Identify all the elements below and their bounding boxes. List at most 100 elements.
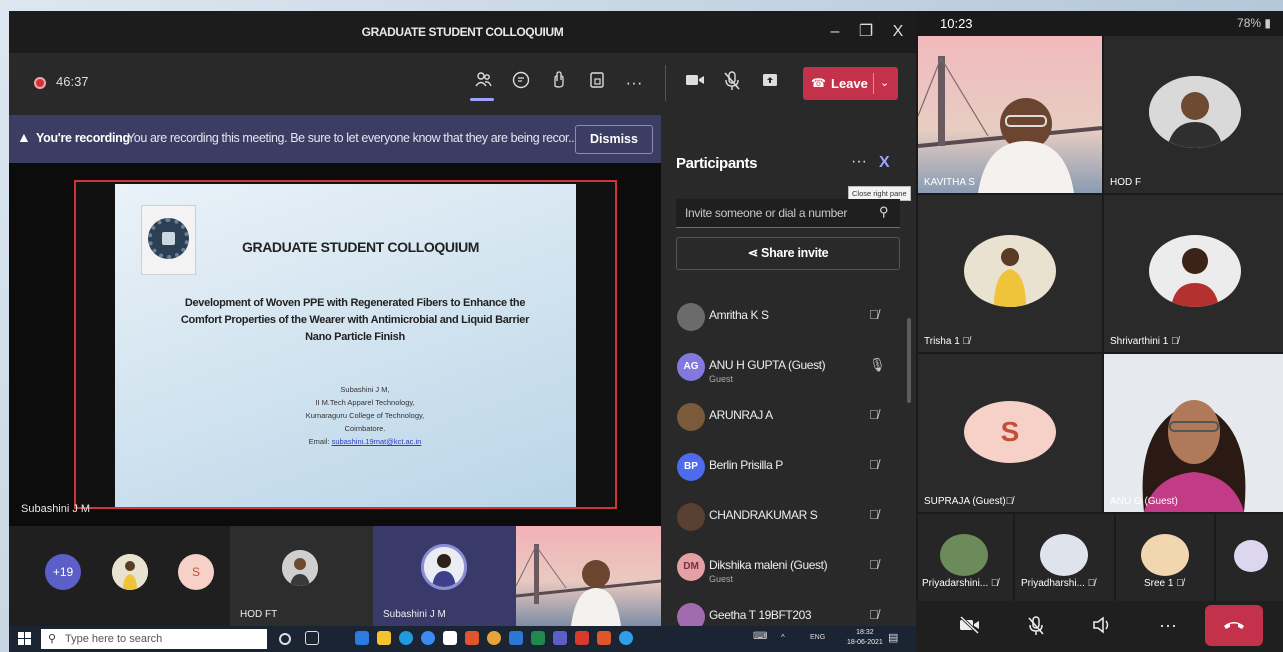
kavitha-video-icon — [918, 56, 1102, 193]
video-tile-kavitha[interactable]: KAVITHA S — [918, 36, 1102, 193]
author-email-line: Email: subashini.19mat@kct.ac.in — [265, 435, 465, 448]
participant-row[interactable]: Amritha K S 🎙̸ — [661, 301, 906, 351]
window-close-button[interactable]: X — [887, 19, 909, 45]
invite-input[interactable] — [676, 199, 900, 228]
share-screen-icon[interactable] — [758, 70, 782, 96]
small-tile-sree[interactable]: Sree 1 🎙̸ — [1116, 514, 1214, 601]
notification-icon[interactable]: ▤ — [888, 631, 898, 644]
anu-video-icon — [1104, 354, 1283, 512]
chat-icon[interactable] — [509, 70, 533, 96]
email-prefix: Email: — [308, 437, 330, 446]
participant-row[interactable]: BP Berlin Prisilla P 🎙̸ — [661, 451, 906, 501]
title-bar: GRADUATE STUDENT COLLOQUIUM – ❐ X — [9, 11, 916, 53]
file-explorer-icon[interactable] — [377, 631, 391, 645]
video-tile-shrivarthini[interactable]: Shrivarthini 1 🎙̸ — [1104, 195, 1283, 352]
video-tile-subashini[interactable]: Subashini J M — [373, 526, 516, 626]
participant-name: Amritha K S — [709, 308, 769, 322]
video-tile-hod-ft[interactable]: HOD FT — [230, 526, 373, 626]
logo-seal — [148, 218, 189, 259]
hang-up-button[interactable] — [1205, 605, 1263, 646]
participant-role: Guest — [709, 374, 734, 384]
participant-row[interactable]: AG ANU H GUPTA (Guest) Guest 🎙 — [661, 351, 906, 401]
participant-row[interactable]: CHANDRAKUMAR S 🎙̸ — [661, 501, 906, 551]
taskbar-search-box[interactable]: ⚲ Type here to search — [41, 629, 267, 649]
more-options-icon[interactable]: ··· — [622, 70, 646, 96]
camera-icon[interactable] — [683, 70, 707, 96]
mic-off-icon: 🎙̸ — [962, 336, 971, 347]
pane-scrollbar[interactable] — [907, 318, 911, 403]
windows-start-icon[interactable] — [18, 632, 31, 645]
word-icon[interactable] — [509, 631, 523, 645]
participant-initials-avatar: DM — [677, 553, 705, 581]
speaker-icon[interactable] — [1087, 615, 1117, 640]
participants-icon[interactable] — [471, 70, 495, 96]
camera-off-icon[interactable] — [955, 615, 985, 640]
reactions-icon[interactable] — [547, 70, 571, 96]
edge-icon[interactable] — [355, 631, 369, 645]
participant-initials-avatar: AG — [677, 353, 705, 381]
close-pane-icon[interactable]: X — [879, 154, 890, 172]
share-invite-button[interactable]: ⋖ Share invite — [676, 237, 900, 270]
small-tile-name: Priyadharshi... 🎙̸ — [1021, 578, 1095, 589]
mic-off-icon: 🎙̸ — [869, 557, 879, 572]
video-tile-supraja[interactable]: S SUPRAJA (Guest)🎙̸ — [918, 354, 1102, 512]
mic-off-icon[interactable] — [720, 70, 744, 96]
pane-more-icon[interactable]: ··· — [851, 153, 867, 171]
document-icon[interactable] — [443, 631, 457, 645]
presentation-slide: GRADUATE STUDENT COLLOQUIUM Development … — [115, 184, 576, 507]
cortana-icon[interactable] — [279, 633, 291, 645]
hod-avatar — [1149, 76, 1241, 148]
small-tile-priyadarshini[interactable]: Priyadarshini... 🎙̸ — [918, 514, 1013, 601]
college-logo — [141, 205, 196, 275]
priyadharshi-avatar — [1040, 534, 1088, 576]
app-icon[interactable] — [597, 631, 611, 645]
video-tile-trisha[interactable]: Trisha 1 🎙̸ — [918, 195, 1102, 352]
banner-title: You're recording — [36, 131, 130, 145]
task-view-icon[interactable] — [305, 631, 319, 645]
taskbar-clock[interactable]: 18:32 18-06-2021 — [847, 628, 883, 648]
small-tile-priyadharshi[interactable]: Priyadharshi... 🎙̸ — [1015, 514, 1114, 601]
small-tile-label: Sree 1 — [1144, 578, 1174, 589]
subashini-avatar — [421, 544, 467, 590]
office-icon[interactable] — [465, 631, 479, 645]
participant-row[interactable]: ARUNRAJ A 🎙̸ — [661, 401, 906, 451]
small-tile-label: Priyadarshini... — [922, 578, 989, 589]
more-options-icon[interactable]: ··· — [1153, 615, 1183, 636]
browser-icon-2[interactable] — [619, 631, 633, 645]
video-tile-hod[interactable]: HOD F — [1104, 36, 1283, 193]
slide-author-block: Subashini J M, II M.Tech Apparel Technol… — [265, 383, 465, 448]
dismiss-button[interactable]: Dismiss — [575, 125, 653, 154]
participant-row[interactable]: DM Dikshika maleni (Guest) Guest 🎙̸ — [661, 551, 906, 601]
participant-avatar[interactable] — [112, 554, 148, 590]
participant-row[interactable]: Geetha T 19BFT203 🎙̸ — [661, 601, 906, 626]
excel-icon[interactable] — [531, 631, 545, 645]
edge-chromium-icon[interactable] — [399, 631, 413, 645]
overflow-count-badge[interactable]: +19 — [45, 554, 81, 590]
teams-icon[interactable] — [553, 631, 567, 645]
system-tray-chevron-icon[interactable]: ^ — [781, 633, 785, 642]
restore-button[interactable]: ❐ — [855, 19, 877, 45]
taskbar-date: 18-06-2021 — [847, 639, 883, 646]
tile-name-supraja: SUPRAJA (Guest)🎙̸ — [924, 496, 1013, 507]
leave-button[interactable]: ☎ Leave ⌄ — [803, 67, 898, 100]
rooms-icon[interactable] — [585, 70, 609, 96]
warning-icon: ▲ — [17, 129, 31, 145]
acrobat-icon[interactable] — [575, 631, 589, 645]
battery-level: 78% — [1237, 16, 1262, 30]
video-tile-speaker[interactable] — [516, 526, 661, 626]
minimize-button[interactable]: – — [824, 19, 846, 45]
meeting-timer: 46:37 — [56, 74, 89, 89]
keyboard-icon[interactable]: ⌨ — [753, 631, 767, 642]
language-indicator[interactable]: ENG — [810, 634, 825, 641]
small-tile-extra[interactable] — [1216, 514, 1283, 601]
leave-options-chevron-icon[interactable]: ⌄ — [880, 67, 889, 100]
video-tile-anu[interactable]: ANU G (Guest) — [1104, 354, 1283, 512]
browser-icon[interactable] — [421, 631, 435, 645]
participant-initial-avatar[interactable]: S — [178, 554, 214, 590]
author-email-link[interactable]: subashini.19mat@kct.ac.in — [332, 437, 422, 446]
extra-avatar — [1234, 540, 1268, 572]
mic-off-icon[interactable] — [1021, 615, 1051, 642]
hangup-phone-icon: ☎ — [811, 76, 826, 90]
recording-banner: ▲ You're recording You are recording thi… — [9, 115, 661, 163]
chrome-icon[interactable] — [487, 631, 501, 645]
